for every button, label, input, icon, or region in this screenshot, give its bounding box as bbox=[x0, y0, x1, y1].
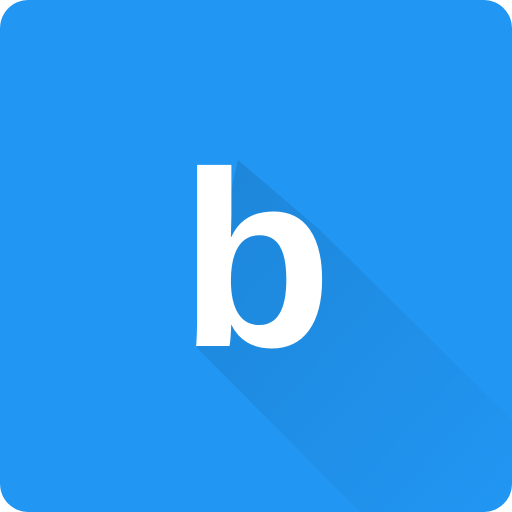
app-icon-tile: b bbox=[0, 0, 512, 512]
app-icon-graphic: b bbox=[0, 0, 512, 512]
letter-glyph: b bbox=[180, 120, 333, 399]
